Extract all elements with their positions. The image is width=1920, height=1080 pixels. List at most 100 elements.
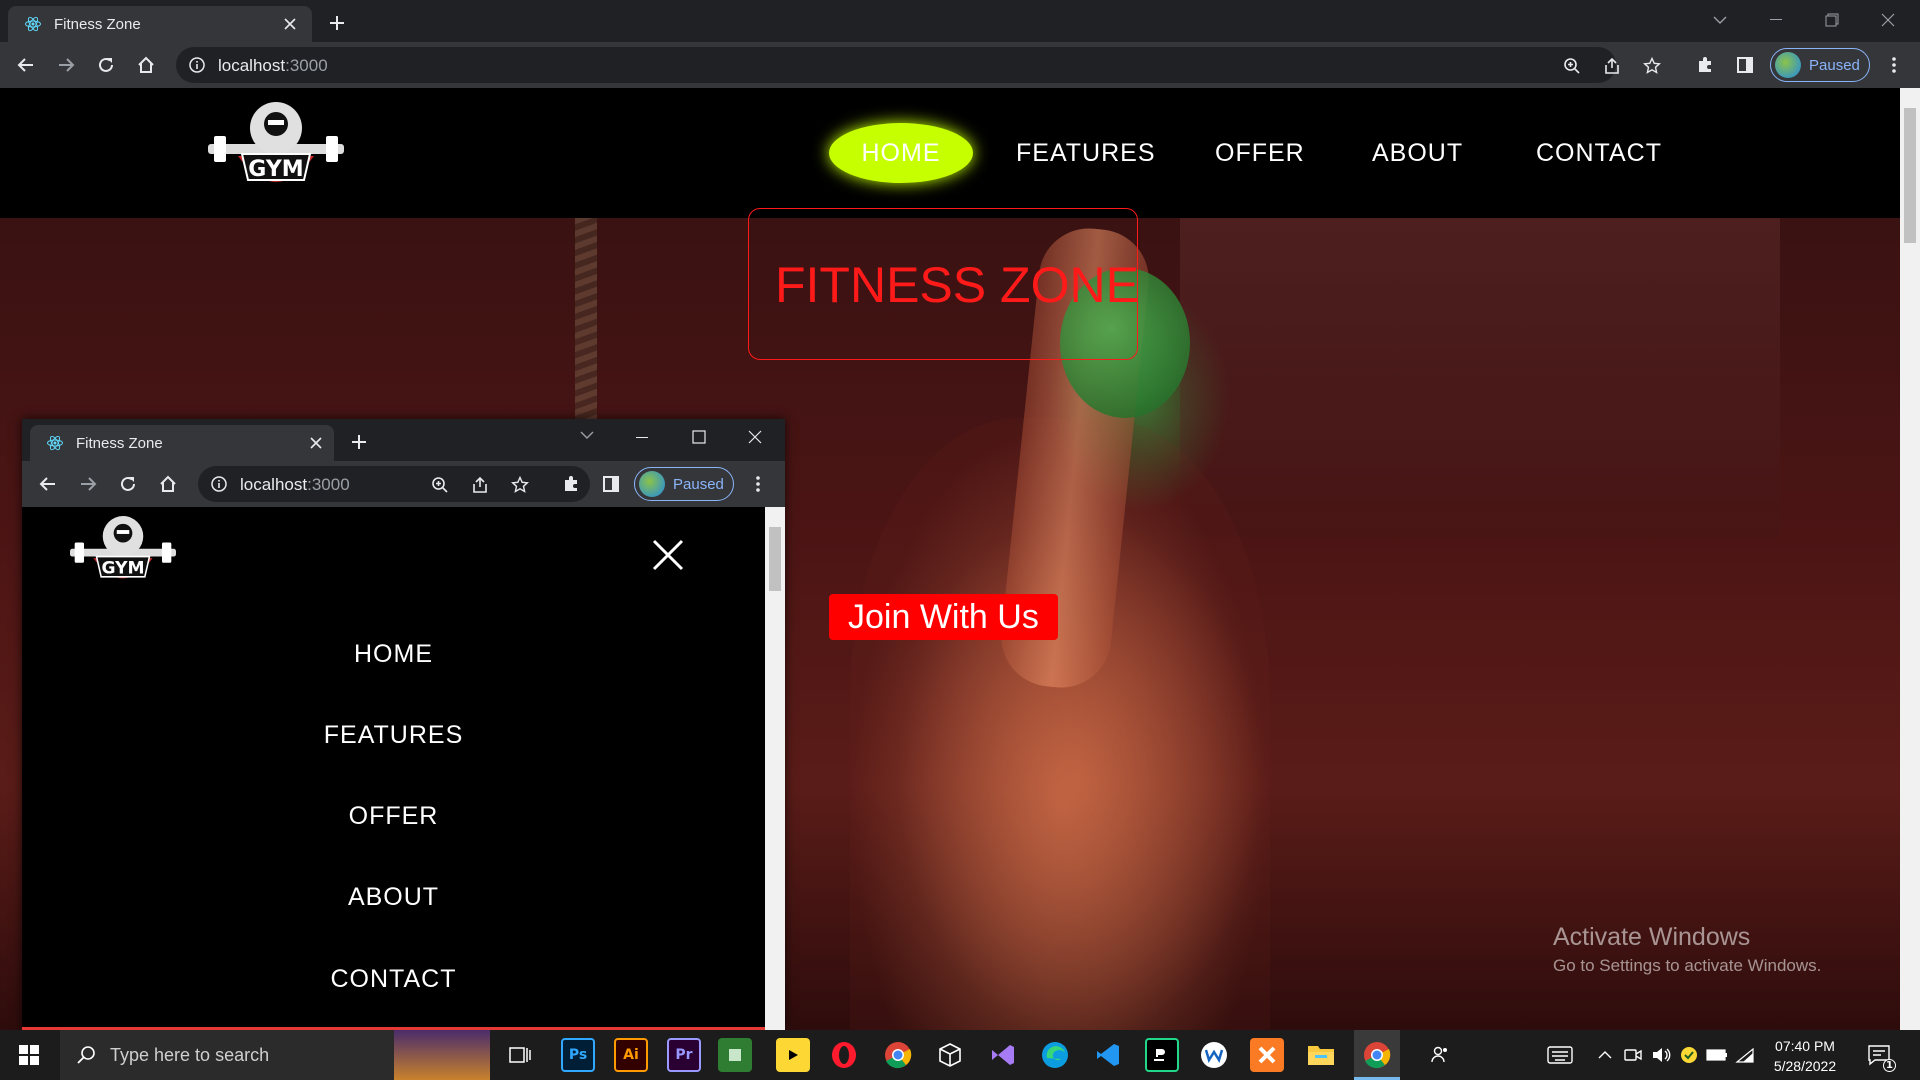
app-w-icon[interactable]	[1197, 1038, 1231, 1072]
notifications-icon[interactable]: 1	[1862, 1038, 1896, 1072]
reload-icon[interactable]	[90, 49, 122, 81]
menu-kebab-icon[interactable]	[742, 468, 774, 500]
scrollbar-thumb[interactable]	[769, 527, 781, 591]
illustrator-icon[interactable]: Ai	[614, 1038, 648, 1072]
forward-icon[interactable]	[72, 468, 104, 500]
home-icon[interactable]	[152, 468, 184, 500]
nav-offer[interactable]: OFFER	[1215, 123, 1305, 183]
watermark-title: Activate Windows	[1553, 923, 1751, 951]
hero-background-wall	[1180, 218, 1780, 538]
close-tab-icon[interactable]	[310, 437, 322, 449]
watermark-subtitle: Go to Settings to activate Windows.	[1553, 956, 1822, 975]
zoom-icon[interactable]	[1560, 54, 1584, 78]
avatar	[1775, 52, 1801, 78]
close-window-icon[interactable]	[748, 430, 762, 444]
tab-search-icon[interactable]	[580, 431, 594, 439]
side-panel-icon[interactable]	[1729, 49, 1761, 81]
media-player-icon[interactable]	[776, 1038, 810, 1072]
gym-logo[interactable]: GYM	[208, 96, 344, 208]
extensions-icon[interactable]	[555, 468, 587, 500]
mobile-nav-home[interactable]: HOME	[22, 640, 765, 669]
preview-toolbar: localhost:3000 Paused	[22, 461, 785, 507]
home-icon[interactable]	[130, 49, 162, 81]
preview-url-text: localhost:3000	[240, 475, 350, 494]
reload-icon[interactable]	[112, 468, 144, 500]
extensions-icon[interactable]	[1689, 49, 1721, 81]
page-scrollbar[interactable]	[1900, 88, 1920, 1030]
mobile-nav-about[interactable]: ABOUT	[22, 883, 765, 912]
pycharm-icon[interactable]	[1145, 1038, 1179, 1072]
maximize-icon[interactable]	[692, 430, 706, 444]
nav-contact[interactable]: CONTACT	[1536, 123, 1662, 183]
scrollbar-thumb[interactable]	[1904, 108, 1916, 243]
clock-time: 07:40 PM	[1775, 1038, 1835, 1054]
restore-icon[interactable]	[1804, 0, 1860, 40]
3d-viewer-icon[interactable]	[933, 1038, 967, 1072]
bookmark-star-icon[interactable]	[1640, 54, 1664, 78]
task-view-icon[interactable]	[503, 1038, 537, 1072]
share-icon[interactable]	[1600, 54, 1624, 78]
close-tab-icon[interactable]	[280, 14, 300, 34]
gym-logo[interactable]: GYM	[70, 511, 176, 599]
back-icon[interactable]	[10, 49, 42, 81]
file-explorer-icon[interactable]	[1304, 1038, 1338, 1072]
mobile-nav-offer[interactable]: OFFER	[22, 802, 765, 831]
minimize-icon[interactable]	[1748, 0, 1804, 40]
xampp-icon[interactable]	[1250, 1038, 1284, 1072]
taskbar-clock[interactable]: 07:40 PM 5/28/2022	[1762, 1036, 1848, 1076]
new-tab-icon[interactable]	[324, 10, 350, 36]
browser-tabstrip: Fitness Zone	[0, 0, 1920, 42]
site-info-icon[interactable]	[210, 475, 228, 493]
tab-search-icon[interactable]	[1692, 0, 1748, 40]
nav-about[interactable]: ABOUT	[1372, 123, 1463, 183]
minimize-icon[interactable]	[636, 437, 648, 439]
close-window-icon[interactable]	[1860, 0, 1916, 40]
logo-text: GYM	[101, 559, 144, 579]
vscode-icon[interactable]	[1091, 1038, 1125, 1072]
spreadsheet-app-icon[interactable]	[718, 1038, 752, 1072]
wifi-icon[interactable]	[1728, 1038, 1762, 1072]
logo-text: GYM	[248, 157, 303, 182]
preview-tab-title: Fitness Zone	[76, 434, 163, 452]
preview-address-bar[interactable]: localhost:3000	[198, 466, 590, 502]
edge-icon[interactable]	[1038, 1038, 1072, 1072]
new-tab-icon[interactable]	[346, 429, 372, 455]
activate-windows-watermark: Activate Windows Go to Settings to activ…	[1553, 923, 1821, 976]
side-panel-icon[interactable]	[595, 468, 627, 500]
nav-home[interactable]: HOME	[829, 123, 973, 183]
chrome-active-icon[interactable]	[1360, 1038, 1394, 1072]
address-bar[interactable]: localhost:3000	[176, 47, 1661, 83]
mobile-nav-contact[interactable]: CONTACT	[22, 965, 765, 994]
premiere-icon[interactable]: Pr	[667, 1038, 701, 1072]
windows-start-icon[interactable]	[12, 1038, 46, 1072]
react-favicon-icon	[25, 16, 41, 32]
nav-features[interactable]: FEATURES	[1016, 123, 1156, 183]
chrome-icon[interactable]	[881, 1038, 915, 1072]
notification-count: 1	[1883, 1059, 1896, 1072]
photoshop-icon[interactable]: Ps	[561, 1038, 595, 1072]
join-with-us-button[interactable]: Join With Us	[829, 594, 1058, 640]
preview-browser-tab[interactable]: Fitness Zone	[30, 425, 334, 461]
menu-kebab-icon[interactable]	[1878, 49, 1910, 81]
profile-button[interactable]: Paused	[1770, 48, 1870, 82]
profile-button[interactable]: Paused	[634, 467, 734, 501]
visual-studio-icon[interactable]	[986, 1038, 1020, 1072]
people-icon[interactable]	[1423, 1038, 1457, 1072]
bookmark-star-icon[interactable]	[508, 473, 532, 497]
preview-scrollbar[interactable]	[765, 507, 785, 1030]
browser-tab[interactable]: Fitness Zone	[8, 6, 312, 42]
share-icon[interactable]	[468, 473, 492, 497]
search-highlight-image	[394, 1030, 490, 1080]
site-info-icon[interactable]	[188, 56, 206, 74]
react-favicon-icon	[47, 435, 63, 451]
tab-title: Fitness Zone	[54, 15, 141, 33]
site-navbar: GYM HOME FEATURES OFFER ABOUT CONTACT	[0, 88, 1900, 218]
mobile-nav-features[interactable]: FEATURES	[22, 721, 765, 750]
taskbar-search[interactable]: Type here to search	[60, 1030, 490, 1080]
zoom-icon[interactable]	[428, 473, 452, 497]
forward-icon[interactable]	[50, 49, 82, 81]
opera-icon[interactable]	[827, 1038, 861, 1072]
back-icon[interactable]	[32, 468, 64, 500]
keyboard-icon[interactable]	[1543, 1038, 1577, 1072]
close-menu-icon[interactable]	[652, 539, 684, 571]
